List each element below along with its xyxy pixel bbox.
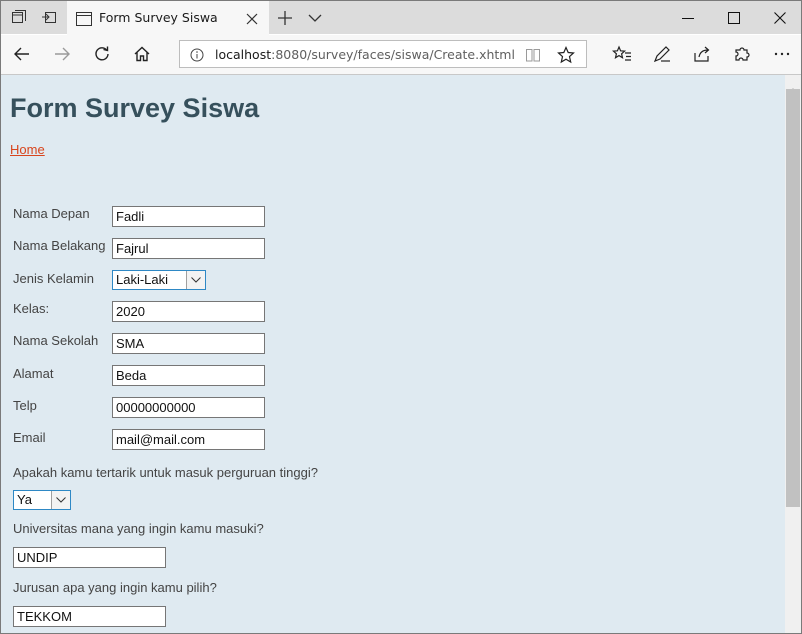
pen-icon[interactable] [652,44,672,64]
label-kelas: Kelas: [13,301,50,316]
scrollbar-thumb[interactable] [786,89,800,507]
home-link[interactable]: Home [10,142,45,157]
star-icon[interactable] [557,46,575,64]
label-universitas: Universitas mana yang ingin kamu masuki? [13,521,264,536]
page-content: Form Survey Siswa Home Nama Depan Fadli … [1,75,785,633]
label-jenis-kelamin: Jenis Kelamin [13,271,94,286]
back-arrow-icon[interactable] [12,44,32,64]
title-bar: Form Survey Siswa [1,1,801,35]
label-minat-kuliah: Apakah kamu tertarik untuk masuk perguru… [13,465,318,480]
forward-arrow-icon[interactable] [52,44,72,64]
maximize-icon [728,12,740,24]
favorites-icon[interactable] [611,44,632,64]
share-icon[interactable] [692,44,712,64]
chevron-down-icon [186,271,205,289]
url-host: localhost [215,47,272,62]
tab-title: Form Survey Siswa [99,10,218,25]
maximize-button[interactable] [711,1,757,34]
chevron-down-icon [51,491,70,509]
new-tab-icon[interactable] [277,10,293,26]
close-window-button[interactable] [757,1,801,34]
chevron-down-icon[interactable] [307,10,323,26]
close-tab-icon[interactable] [245,11,259,25]
jenis-kelamin-value: Laki-Laki [116,272,169,287]
label-alamat: Alamat [13,366,54,381]
reading-view-icon[interactable] [525,47,541,63]
url-text[interactable]: localhost:8080/survey/faces/siswa/Create… [215,47,515,62]
minimize-button[interactable] [665,1,711,34]
page-title: Form Survey Siswa [10,93,260,123]
extensions-icon[interactable] [732,44,752,64]
info-icon[interactable] [190,47,204,62]
minimize-icon [682,18,694,19]
universitas-input[interactable]: UNDIP [13,547,166,568]
label-nama-sekolah: Nama Sekolah [13,333,99,348]
label-nama-belakang: Nama Belakang [13,238,106,253]
set-tabs-aside-icon[interactable] [41,9,57,25]
home-icon[interactable] [132,44,152,64]
tab-active[interactable]: Form Survey Siswa [67,1,269,35]
address-bar[interactable]: localhost:8080/survey/faces/siswa/Create… [179,40,587,68]
jurusan-input[interactable]: TEKKOM [13,606,166,627]
page-icon [76,11,92,26]
minat-kuliah-value: Ya [17,492,32,507]
label-email: Email [13,430,46,445]
tab-actions-icon[interactable] [11,9,27,25]
vertical-scrollbar[interactable] [785,75,801,633]
alamat-input[interactable]: Beda [112,365,265,386]
close-icon [774,12,786,24]
browser-window: Form Survey Siswa localhost:8080/survey/… [0,0,802,634]
label-telp: Telp [13,398,37,413]
more-options-icon[interactable] [772,44,792,64]
scroll-up-icon[interactable] [789,79,797,94]
refresh-icon[interactable] [92,44,112,64]
nama-belakang-input[interactable]: Fajrul [112,238,265,259]
label-jurusan: Jurusan apa yang ingin kamu pilih? [13,580,217,595]
jenis-kelamin-select[interactable]: Laki-Laki [112,270,206,290]
navigation-bar: localhost:8080/survey/faces/siswa/Create… [1,35,801,75]
email-input[interactable]: mail@mail.com [112,429,265,450]
url-path: :8080/survey/faces/siswa/Create.xhtml [271,47,515,62]
kelas-input[interactable]: 2020 [112,301,265,322]
nama-depan-input[interactable]: Fadli [112,206,265,227]
label-nama-depan: Nama Depan [13,206,90,221]
nama-sekolah-input[interactable]: SMA [112,333,265,354]
minat-kuliah-select[interactable]: Ya [13,490,71,510]
telp-input[interactable]: 00000000000 [112,397,265,418]
